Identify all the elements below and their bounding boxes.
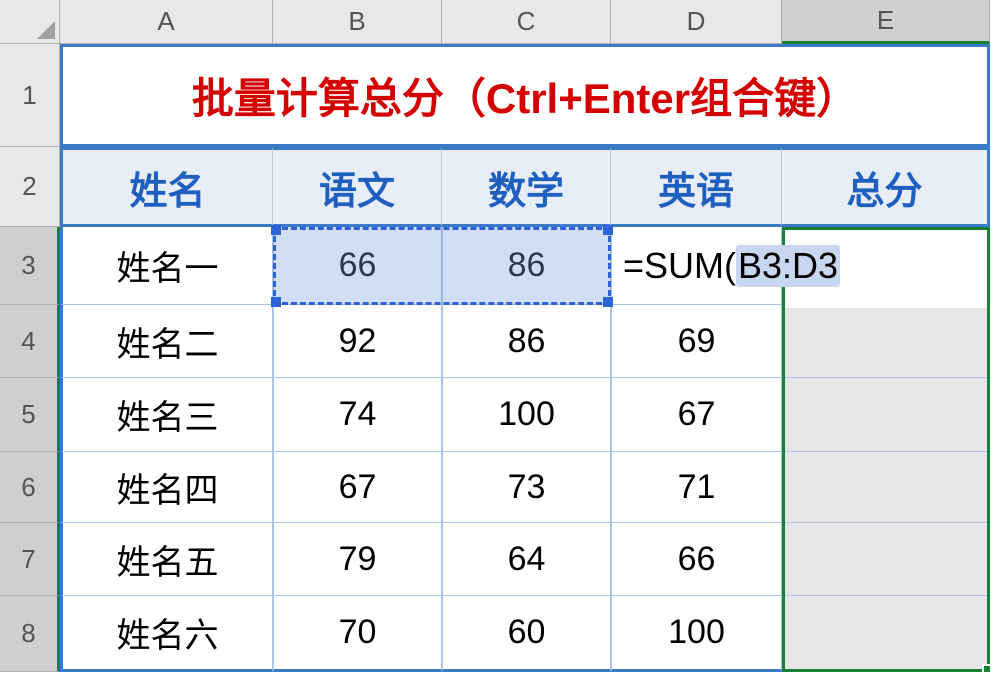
cell-E7[interactable]: [782, 523, 990, 596]
row-header-8[interactable]: 8: [0, 596, 60, 672]
row-header-5[interactable]: 5: [0, 378, 60, 452]
cell-C6[interactable]: 73: [442, 452, 611, 523]
row-headers: 12345678: [0, 44, 60, 672]
cell-B3[interactable]: 66: [273, 227, 442, 305]
spreadsheet: ABCDE 12345678 批量计算总分（Ctrl+Enter组合键）姓名语文…: [0, 0, 994, 676]
row-header-3[interactable]: 3: [0, 227, 60, 305]
column-header-D[interactable]: D: [611, 0, 782, 44]
cell-C8[interactable]: 60: [442, 596, 611, 672]
header-B[interactable]: 语文: [273, 147, 442, 227]
select-all-corner[interactable]: [0, 0, 60, 44]
row-header-4[interactable]: 4: [0, 305, 60, 378]
cell-B4[interactable]: 92: [273, 305, 442, 378]
header-A[interactable]: 姓名: [60, 147, 273, 227]
cell-E3[interactable]: [782, 227, 990, 305]
cell-A8[interactable]: 姓名六: [60, 596, 273, 672]
row-header-7[interactable]: 7: [0, 523, 60, 596]
title-cell[interactable]: 批量计算总分（Ctrl+Enter组合键）: [60, 44, 990, 147]
cell-D7[interactable]: 66: [611, 523, 782, 596]
row-header-1[interactable]: 1: [0, 44, 60, 147]
cell-D6[interactable]: 71: [611, 452, 782, 523]
column-header-A[interactable]: A: [60, 0, 273, 44]
cell-E8[interactable]: [782, 596, 990, 672]
cell-B5[interactable]: 74: [273, 378, 442, 452]
row-header-2[interactable]: 2: [0, 147, 60, 227]
header-E[interactable]: 总分: [782, 147, 990, 227]
cell-A5[interactable]: 姓名三: [60, 378, 273, 452]
column-header-C[interactable]: C: [442, 0, 611, 44]
cell-D8[interactable]: 100: [611, 596, 782, 672]
cell-A4[interactable]: 姓名二: [60, 305, 273, 378]
cell-A7[interactable]: 姓名五: [60, 523, 273, 596]
cell-D5[interactable]: 67: [611, 378, 782, 452]
cell-E5[interactable]: [782, 378, 990, 452]
row-header-6[interactable]: 6: [0, 452, 60, 523]
cell-D3[interactable]: [611, 227, 782, 305]
column-header-E[interactable]: E: [782, 0, 990, 44]
cell-C7[interactable]: 64: [442, 523, 611, 596]
column-headers: ABCDE: [60, 0, 990, 44]
cell-C5[interactable]: 100: [442, 378, 611, 452]
column-header-B[interactable]: B: [273, 0, 442, 44]
cell-B7[interactable]: 79: [273, 523, 442, 596]
cell-D4[interactable]: 69: [611, 305, 782, 378]
cell-C3[interactable]: 86: [442, 227, 611, 305]
header-C[interactable]: 数学: [442, 147, 611, 227]
cell-A3[interactable]: 姓名一: [60, 227, 273, 305]
header-D[interactable]: 英语: [611, 147, 782, 227]
cell-E6[interactable]: [782, 452, 990, 523]
cell-B6[interactable]: 67: [273, 452, 442, 523]
cell-A6[interactable]: 姓名四: [60, 452, 273, 523]
cell-B8[interactable]: 70: [273, 596, 442, 672]
cell-C4[interactable]: 86: [442, 305, 611, 378]
cell-grid: 批量计算总分（Ctrl+Enter组合键）姓名语文数学英语总分姓名一6686姓名…: [60, 44, 990, 672]
cell-E4[interactable]: [782, 305, 990, 378]
